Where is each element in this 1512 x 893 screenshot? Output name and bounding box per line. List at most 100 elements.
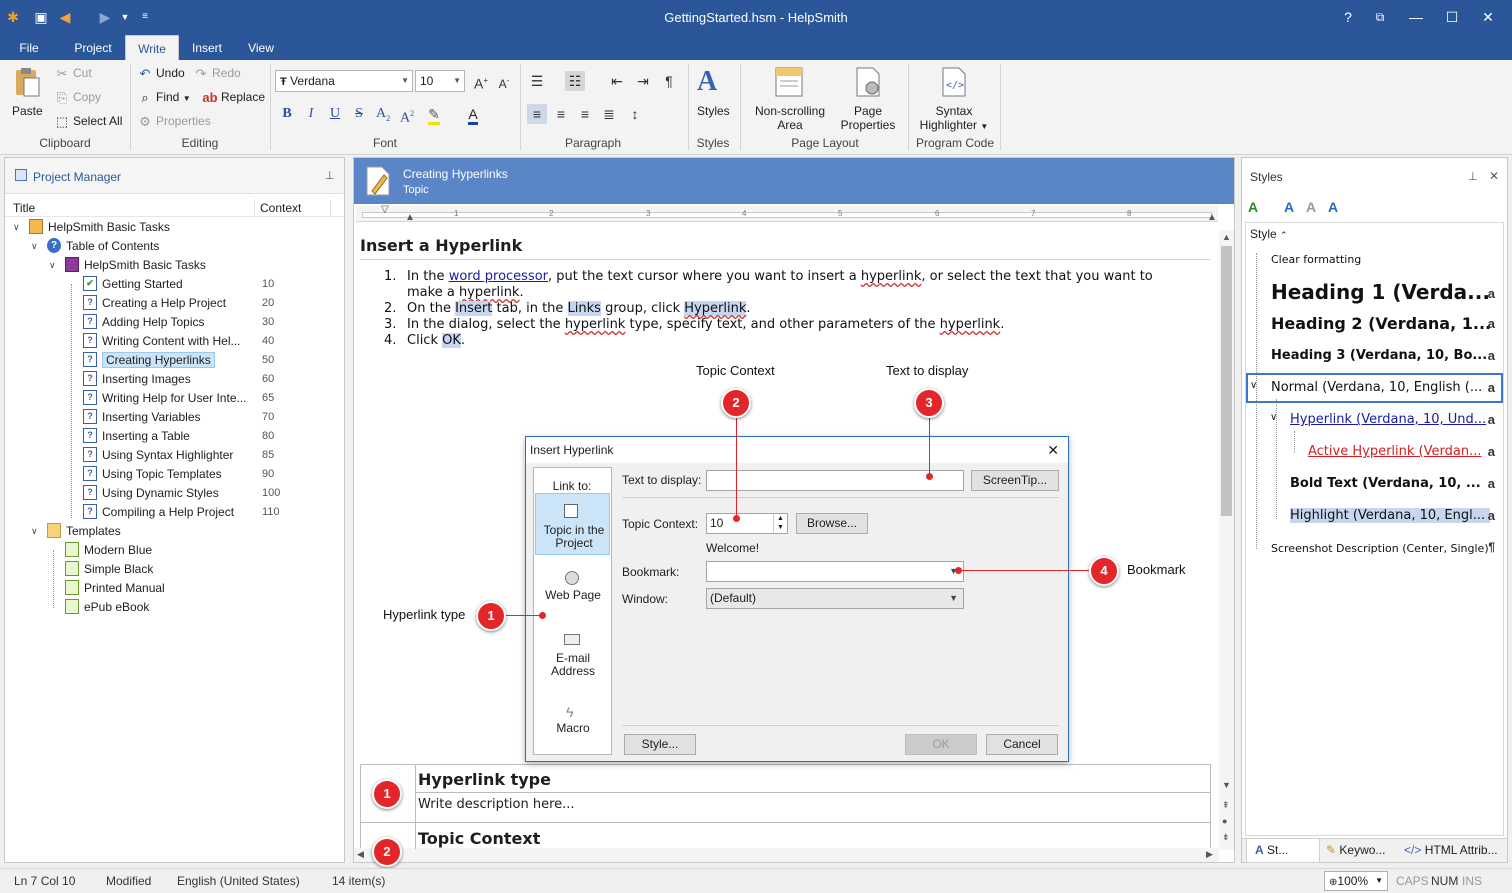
- tree-item[interactable]: ∨ HelpSmith Basic Tasks: [5, 256, 344, 274]
- style-item[interactable]: Hyperlink (Verdana, 10, Und...: [1290, 412, 1490, 427]
- find-button[interactable]: ⌕ Find ▼: [137, 90, 190, 106]
- tree-item[interactable]: ∨ Templates: [5, 522, 344, 540]
- tree-item[interactable]: ? Inserting Images 60: [5, 370, 344, 388]
- vertical-scrollbar[interactable]: ▲ ▼ ⇞ ● ⇟: [1219, 230, 1234, 850]
- tree-item[interactable]: ePub eBook: [5, 598, 344, 616]
- tab-project[interactable]: Project: [64, 35, 122, 60]
- ruler[interactable]: ▽ ▲ 1 2 3 4 5 6 7 8 ▲: [356, 204, 1218, 223]
- bullets-icon[interactable]: ☰: [527, 71, 547, 91]
- maximize-icon[interactable]: ☐: [1441, 6, 1463, 28]
- zoom-combo[interactable]: ⊕100% ▼: [1324, 871, 1388, 891]
- tab-file[interactable]: File: [8, 35, 50, 60]
- scroll-left-icon[interactable]: ◀: [357, 849, 364, 860]
- syntax-highlighter-button[interactable]: Syntax Highlighter ▼: [918, 104, 990, 134]
- style-item[interactable]: Active Hyperlink (Verdan...: [1308, 444, 1488, 459]
- horizontal-scrollbar[interactable]: ◀ ▶: [354, 848, 1219, 862]
- tree-item[interactable]: Printed Manual: [5, 579, 344, 597]
- style-item[interactable]: Bold Text (Verdana, 10, ...: [1290, 476, 1490, 491]
- panel-close-icon[interactable]: ✕: [1489, 169, 1499, 183]
- page-properties-button[interactable]: Page Properties: [838, 104, 898, 132]
- expand-icon[interactable]: ∨: [31, 522, 38, 540]
- style-item[interactable]: Highlight (Verdana, 10, Engl...: [1290, 508, 1490, 523]
- restore-ribbon-icon[interactable]: ⧉: [1369, 6, 1391, 28]
- cut-button[interactable]: ✂ Cut: [54, 66, 92, 82]
- spin-icon[interactable]: ▲ ▼: [773, 514, 787, 533]
- bold-icon[interactable]: B: [277, 104, 297, 124]
- strikethrough-icon[interactable]: S: [349, 104, 369, 124]
- close-icon[interactable]: ✕: [1477, 6, 1499, 28]
- collapse-icon[interactable]: ∨: [1250, 380, 1257, 391]
- tab-write[interactable]: Write: [125, 35, 179, 60]
- table-row-1-desc[interactable]: Write description here...: [418, 797, 575, 812]
- tab-html-attributes[interactable]: </> HTML Attrib...: [1400, 839, 1505, 863]
- topic-context-input[interactable]: 10 ▲ ▼: [706, 513, 788, 534]
- styles-button[interactable]: Styles: [697, 104, 730, 118]
- superscript-icon[interactable]: A2: [397, 104, 417, 126]
- style-item[interactable]: Heading 1 (Verda...: [1271, 280, 1491, 304]
- tree-item[interactable]: ? Inserting Variables 70: [5, 408, 344, 426]
- align-left-icon[interactable]: ≡: [527, 104, 547, 124]
- select-browse-icon[interactable]: ●: [1222, 816, 1227, 826]
- font-family-combo[interactable]: Ŧ Verdana ▼: [275, 70, 413, 92]
- copy-button[interactable]: ⎘ Copy: [54, 90, 101, 106]
- edit-style-icon[interactable]: A: [1328, 199, 1338, 215]
- scroll-thumb[interactable]: [1221, 246, 1232, 516]
- tree-item[interactable]: ? Compiling a Help Project 110: [5, 503, 344, 521]
- tree-item[interactable]: ? Inserting a Table 80: [5, 427, 344, 445]
- grow-font-icon[interactable]: A+: [471, 71, 491, 92]
- style-item[interactable]: Heading 2 (Verdana, 1...: [1271, 314, 1491, 333]
- increase-indent-icon[interactable]: ⇥: [633, 71, 653, 91]
- cancel-button[interactable]: Cancel: [986, 734, 1058, 755]
- tree-item[interactable]: ? Writing Help for User Inte... 65: [5, 389, 344, 407]
- tree-item[interactable]: ? Creating a Help Project 20: [5, 294, 344, 312]
- prev-page-icon[interactable]: ⇞: [1222, 800, 1230, 811]
- subscript-icon[interactable]: A2: [373, 104, 393, 124]
- option-topic-in-project[interactable]: Topic in the Project: [535, 493, 610, 555]
- minimize-icon[interactable]: —: [1405, 6, 1427, 28]
- pin-icon[interactable]: ⊥: [325, 169, 335, 182]
- align-right-icon[interactable]: ≡: [575, 104, 595, 124]
- browse-button[interactable]: Browse...: [796, 513, 868, 534]
- tree-item[interactable]: Modern Blue: [5, 541, 344, 559]
- pin-icon[interactable]: ⊥: [1468, 170, 1478, 183]
- shrink-font-icon[interactable]: A-: [494, 71, 514, 91]
- text-to-display-input[interactable]: [706, 470, 964, 491]
- tree-item[interactable]: ∨ HelpSmith Basic Tasks: [5, 218, 344, 236]
- style-item[interactable]: Screenshot Description (Center, Single): [1271, 542, 1491, 555]
- style-item[interactable]: Heading 3 (Verdana, 10, Bo...: [1271, 348, 1491, 363]
- language-status[interactable]: English (United States): [177, 874, 300, 888]
- tree-item[interactable]: ? Using Syntax Highlighter 85: [5, 446, 344, 464]
- option-macro[interactable]: ϟ Macro: [535, 698, 610, 748]
- underline-icon[interactable]: U: [325, 104, 345, 124]
- pilcrow-icon[interactable]: ¶: [659, 71, 679, 91]
- tree-item[interactable]: Simple Black: [5, 560, 344, 578]
- line-spacing-icon[interactable]: ↕: [625, 104, 645, 124]
- bookmark-select[interactable]: ▼: [706, 561, 964, 582]
- option-web-page[interactable]: Web Page: [535, 563, 610, 613]
- ok-button[interactable]: OK: [905, 734, 977, 755]
- styles-col-header[interactable]: Style ⌃: [1250, 227, 1288, 241]
- tree-item[interactable]: ? Adding Help Topics 30: [5, 313, 344, 331]
- tree-item[interactable]: ✔ Getting Started 10: [5, 275, 344, 293]
- scroll-down-icon[interactable]: ▼: [1222, 780, 1231, 790]
- col-context[interactable]: Context: [260, 201, 301, 215]
- expand-icon[interactable]: ∨: [13, 218, 20, 236]
- properties-button[interactable]: ⚙ Properties: [137, 114, 211, 130]
- next-page-icon[interactable]: ⇟: [1222, 832, 1230, 843]
- new-child-style-icon[interactable]: A: [1284, 199, 1294, 215]
- scroll-up-icon[interactable]: ▲: [1222, 232, 1231, 242]
- style-button[interactable]: Style...: [624, 734, 696, 755]
- style-item[interactable]: Clear formatting: [1271, 253, 1501, 266]
- tree-item[interactable]: ? Creating Hyperlinks 50: [5, 351, 344, 369]
- scroll-right-icon[interactable]: ▶: [1206, 849, 1213, 860]
- italic-icon[interactable]: I: [301, 104, 321, 124]
- new-style-icon[interactable]: A: [1248, 199, 1258, 215]
- col-title[interactable]: Title: [13, 201, 35, 215]
- tree-item[interactable]: ? Using Topic Templates 90: [5, 465, 344, 483]
- justify-icon[interactable]: ≣: [599, 104, 619, 124]
- tab-styles[interactable]: A St...: [1246, 839, 1320, 863]
- undo-button[interactable]: ↶ Undo: [137, 66, 185, 82]
- tree-item[interactable]: ∨? Table of Contents: [5, 237, 344, 255]
- dialog-close-icon[interactable]: ✕: [1047, 437, 1059, 463]
- tree-item[interactable]: ? Using Dynamic Styles 100: [5, 484, 344, 502]
